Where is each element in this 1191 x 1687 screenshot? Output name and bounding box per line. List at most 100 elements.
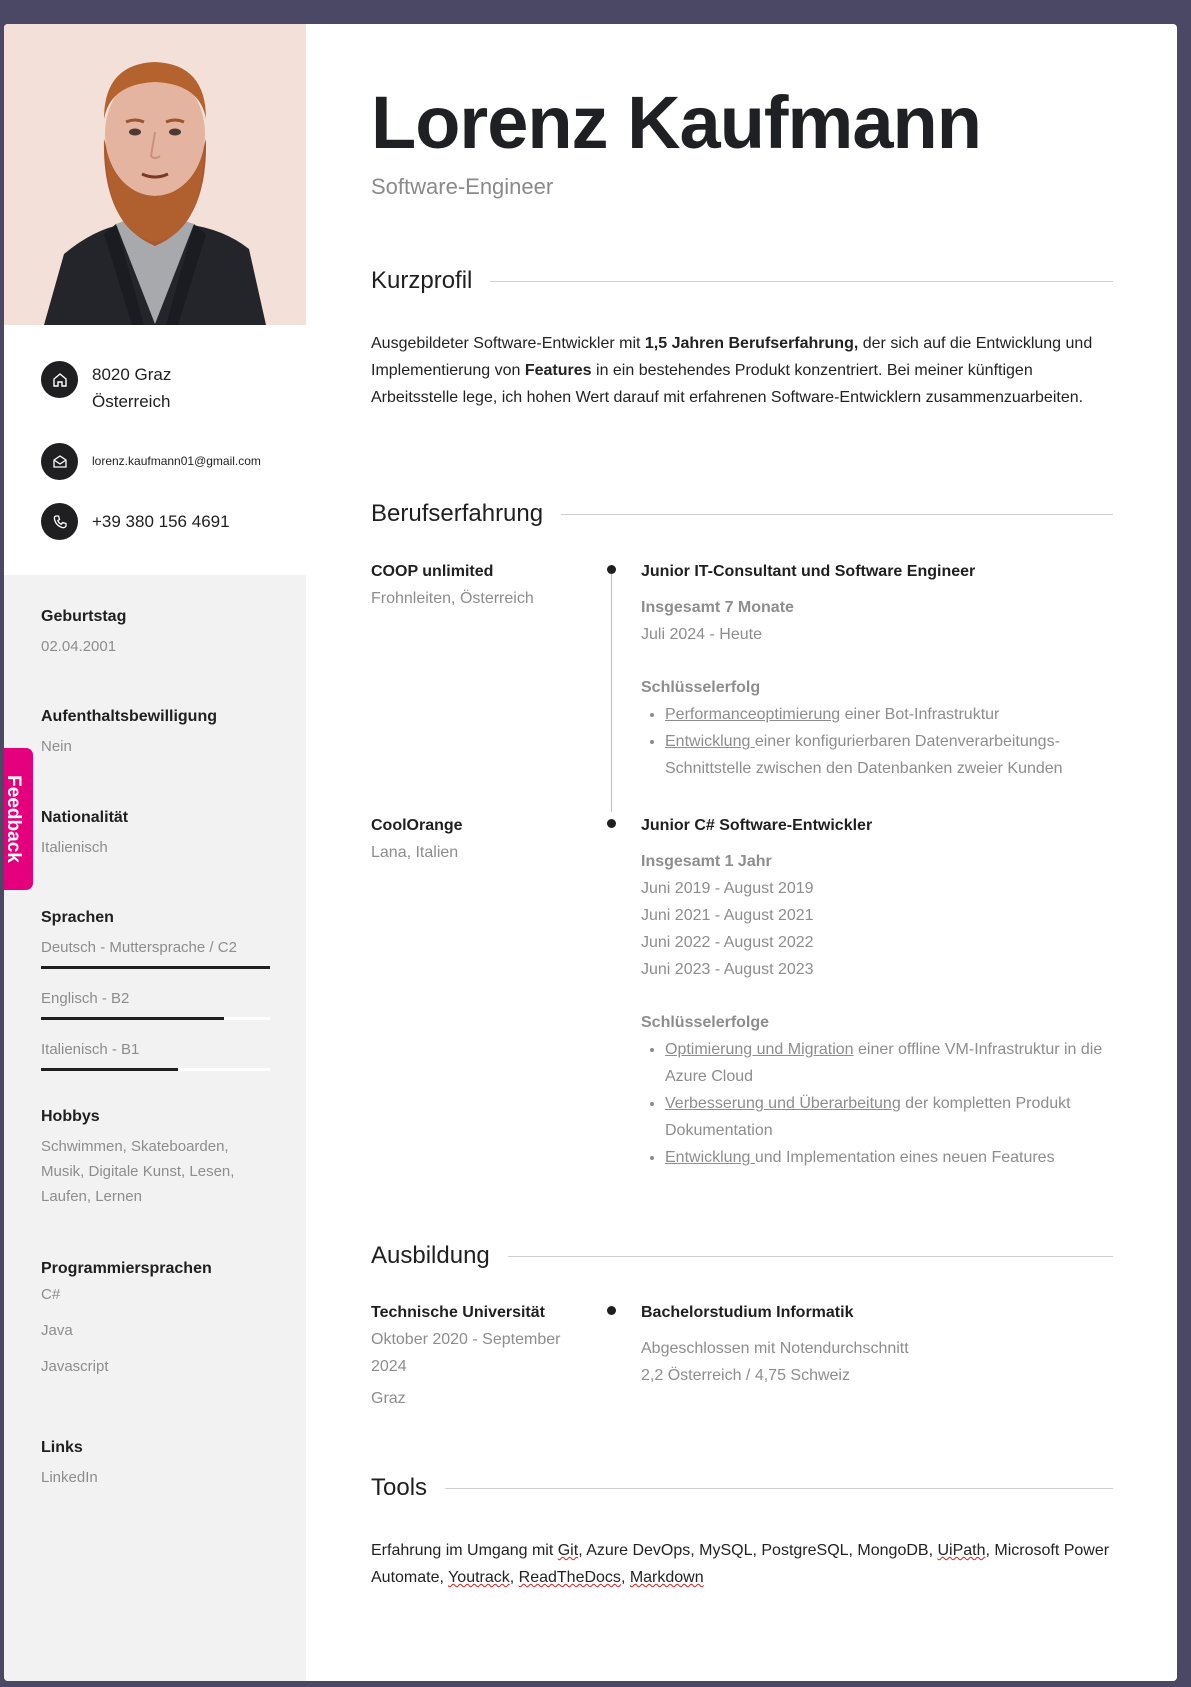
job-position: Junior IT-Consultant und Software Engine… — [641, 563, 976, 580]
tool-item: Youtrack — [448, 1569, 510, 1586]
language-level-bar — [41, 966, 270, 969]
job-duration: Insgesamt 7 Monate — [641, 599, 794, 616]
section-divider — [490, 280, 1113, 282]
timeline-dot — [607, 565, 616, 574]
address-line-2: Österreich — [92, 392, 171, 411]
phone-number[interactable]: +39 380 156 4691 — [92, 503, 230, 540]
job-duration: Insgesamt 1 Jahr — [641, 853, 772, 870]
achievement-link: Optimierung und Migration — [665, 1041, 854, 1058]
linkedin-link[interactable]: LinkedIn — [41, 1465, 276, 1490]
language-item: Deutsch - Muttersprache / C2 — [41, 935, 276, 969]
company-location: Frohnleiten, Österreich — [371, 590, 534, 607]
education-details: Bachelorstudium Informatik Abgeschlossen… — [641, 1299, 1116, 1389]
nationality-section: Nationalität Italienisch — [41, 809, 276, 860]
achievement-item: Entwicklung einer konfigurierbaren Daten… — [665, 728, 1116, 782]
job-role: Software-Engineer — [371, 174, 554, 199]
achievement-link: Entwicklung — [665, 733, 755, 750]
achievement-text: und Implementation eines neuen Features — [754, 1149, 1055, 1166]
job-details: Junior C# Software-Entwickler Insgesamt … — [641, 812, 1116, 1171]
address: 8020 Graz Österreich — [92, 361, 171, 415]
nationality-label: Nationalität — [41, 809, 129, 826]
language-text: Italienisch - B1 — [41, 1041, 140, 1058]
birthday-section: Geburtstag 02.04.2001 — [41, 608, 276, 659]
programming-section: Programmiersprachen C# Java Javascript — [41, 1260, 276, 1394]
tool-item: Azure DevOps — [586, 1542, 691, 1559]
language-level-bar — [41, 1017, 270, 1020]
nationality-value: Italienisch — [41, 839, 108, 856]
profile-text-part: Ausgebildeter Software-Entwickler mit — [371, 335, 645, 352]
profile-highlight: 1,5 Jahren Berufserfahrung, — [644, 335, 859, 352]
education-city: Graz — [371, 1390, 406, 1407]
job-date: Juni 2021 - August 2021 — [641, 907, 814, 924]
profile-text: Ausgebildeter Software-Entwickler mit 1,… — [371, 330, 1111, 411]
residence-value: Nein — [41, 738, 72, 755]
language-item: Italienisch - B1 — [41, 1037, 276, 1071]
profile-highlight: Features — [524, 362, 592, 379]
education-school-block: Technische Universität Oktober 2020 - Se… — [371, 1299, 586, 1412]
email-row: lorenz.kaufmann01@gmail.com — [41, 443, 261, 480]
school-name: Technische Universität — [371, 1304, 545, 1321]
phone-row: +39 380 156 4691 — [41, 503, 230, 540]
tool-item: MongoDB — [857, 1542, 929, 1559]
residence-label: Aufenthaltsbewilligung — [41, 708, 217, 725]
programming-label: Programmiersprachen — [41, 1260, 212, 1277]
profile-photo — [4, 24, 306, 325]
education-period: Oktober 2020 - September 2024 — [371, 1331, 561, 1375]
language-level-fill — [41, 1068, 179, 1071]
birthday-value: 02.04.2001 — [41, 638, 117, 655]
hobbies-label: Hobbys — [41, 1108, 100, 1125]
language-text: Deutsch - Muttersprache / C2 — [41, 939, 237, 956]
achievement-item: Optimierung und Migration einer offline … — [665, 1036, 1116, 1090]
section-divider — [561, 513, 1113, 515]
feedback-tab[interactable]: Feedback — [4, 748, 33, 890]
languages-label: Sprachen — [41, 909, 114, 926]
profile-heading: Kurzprofil — [371, 267, 1113, 295]
home-icon — [41, 361, 78, 398]
email-link[interactable]: lorenz.kaufmann01@gmail.com — [92, 443, 261, 480]
language-item: Englisch - B2 — [41, 986, 276, 1020]
mail-icon — [41, 443, 78, 480]
language-level-fill — [41, 966, 270, 969]
language-text: Englisch - B2 — [41, 990, 130, 1007]
phone-icon — [41, 503, 78, 540]
tool-item: Markdown — [629, 1569, 704, 1586]
job-date: Juli 2024 - Heute — [641, 626, 762, 643]
education-detail: 2,2 Österreich / 4,75 Schweiz — [641, 1367, 850, 1384]
tool-item: MySQL — [699, 1542, 753, 1559]
achievement-link: Entwicklung — [665, 1149, 755, 1166]
achievement-text: einer Bot-Infrastruktur — [840, 706, 1000, 723]
tool-item: Git — [557, 1542, 579, 1559]
contact-box: 8020 Graz Österreich lorenz.kaufmann01@g… — [4, 325, 306, 575]
timeline-line — [611, 574, 612, 812]
company-name: COOP unlimited — [371, 563, 494, 580]
job-date: Juni 2023 - August 2023 — [641, 961, 814, 978]
education-title: Ausbildung — [371, 1242, 490, 1269]
tool-item: UiPath — [937, 1542, 986, 1559]
company-location: Lana, Italien — [371, 844, 459, 861]
timeline-dot — [607, 819, 616, 828]
hobbies-value: Schwimmen, Skateboarden, Musik, Digitale… — [41, 1138, 235, 1205]
job-date: Juni 2022 - August 2022 — [641, 934, 814, 951]
birthday-label: Geburtstag — [41, 608, 127, 625]
job-company-block: COOP unlimited Frohnleiten, Österreich — [371, 558, 591, 612]
address-row: 8020 Graz Österreich — [41, 361, 171, 415]
tools-text: Erfahrung im Umgang mit Git, Azure DevOp… — [371, 1542, 1110, 1586]
links-section: Links LinkedIn — [41, 1439, 276, 1490]
job-company-block: CoolOrange Lana, Italien — [371, 812, 591, 866]
job-details: Junior IT-Consultant und Software Engine… — [641, 558, 1116, 782]
resume-page: 8020 Graz Österreich lorenz.kaufmann01@g… — [4, 24, 1177, 1681]
section-divider — [507, 1255, 1113, 1257]
language-level-bar — [41, 1068, 270, 1071]
achievement-item: Entwicklung und Implementation eines neu… — [665, 1144, 1116, 1171]
languages-section: Sprachen Deutsch - Muttersprache / C2 En… — [41, 909, 276, 1088]
address-line-1: 8020 Graz — [92, 365, 172, 384]
achievements-heading: Schlüsselerfolge — [641, 1014, 770, 1031]
programming-item: C# — [41, 1286, 61, 1303]
feedback-label: Feedback — [4, 775, 24, 863]
programming-item: Javascript — [41, 1358, 109, 1375]
profile-title: Kurzprofil — [371, 267, 473, 294]
achievements-list: Performanceoptimierung einer Bot-Infrast… — [641, 701, 1116, 782]
page-title: Lorenz Kaufmann — [371, 81, 982, 164]
sidebar: 8020 Graz Österreich lorenz.kaufmann01@g… — [4, 24, 306, 1681]
programming-item: Java — [41, 1322, 73, 1339]
